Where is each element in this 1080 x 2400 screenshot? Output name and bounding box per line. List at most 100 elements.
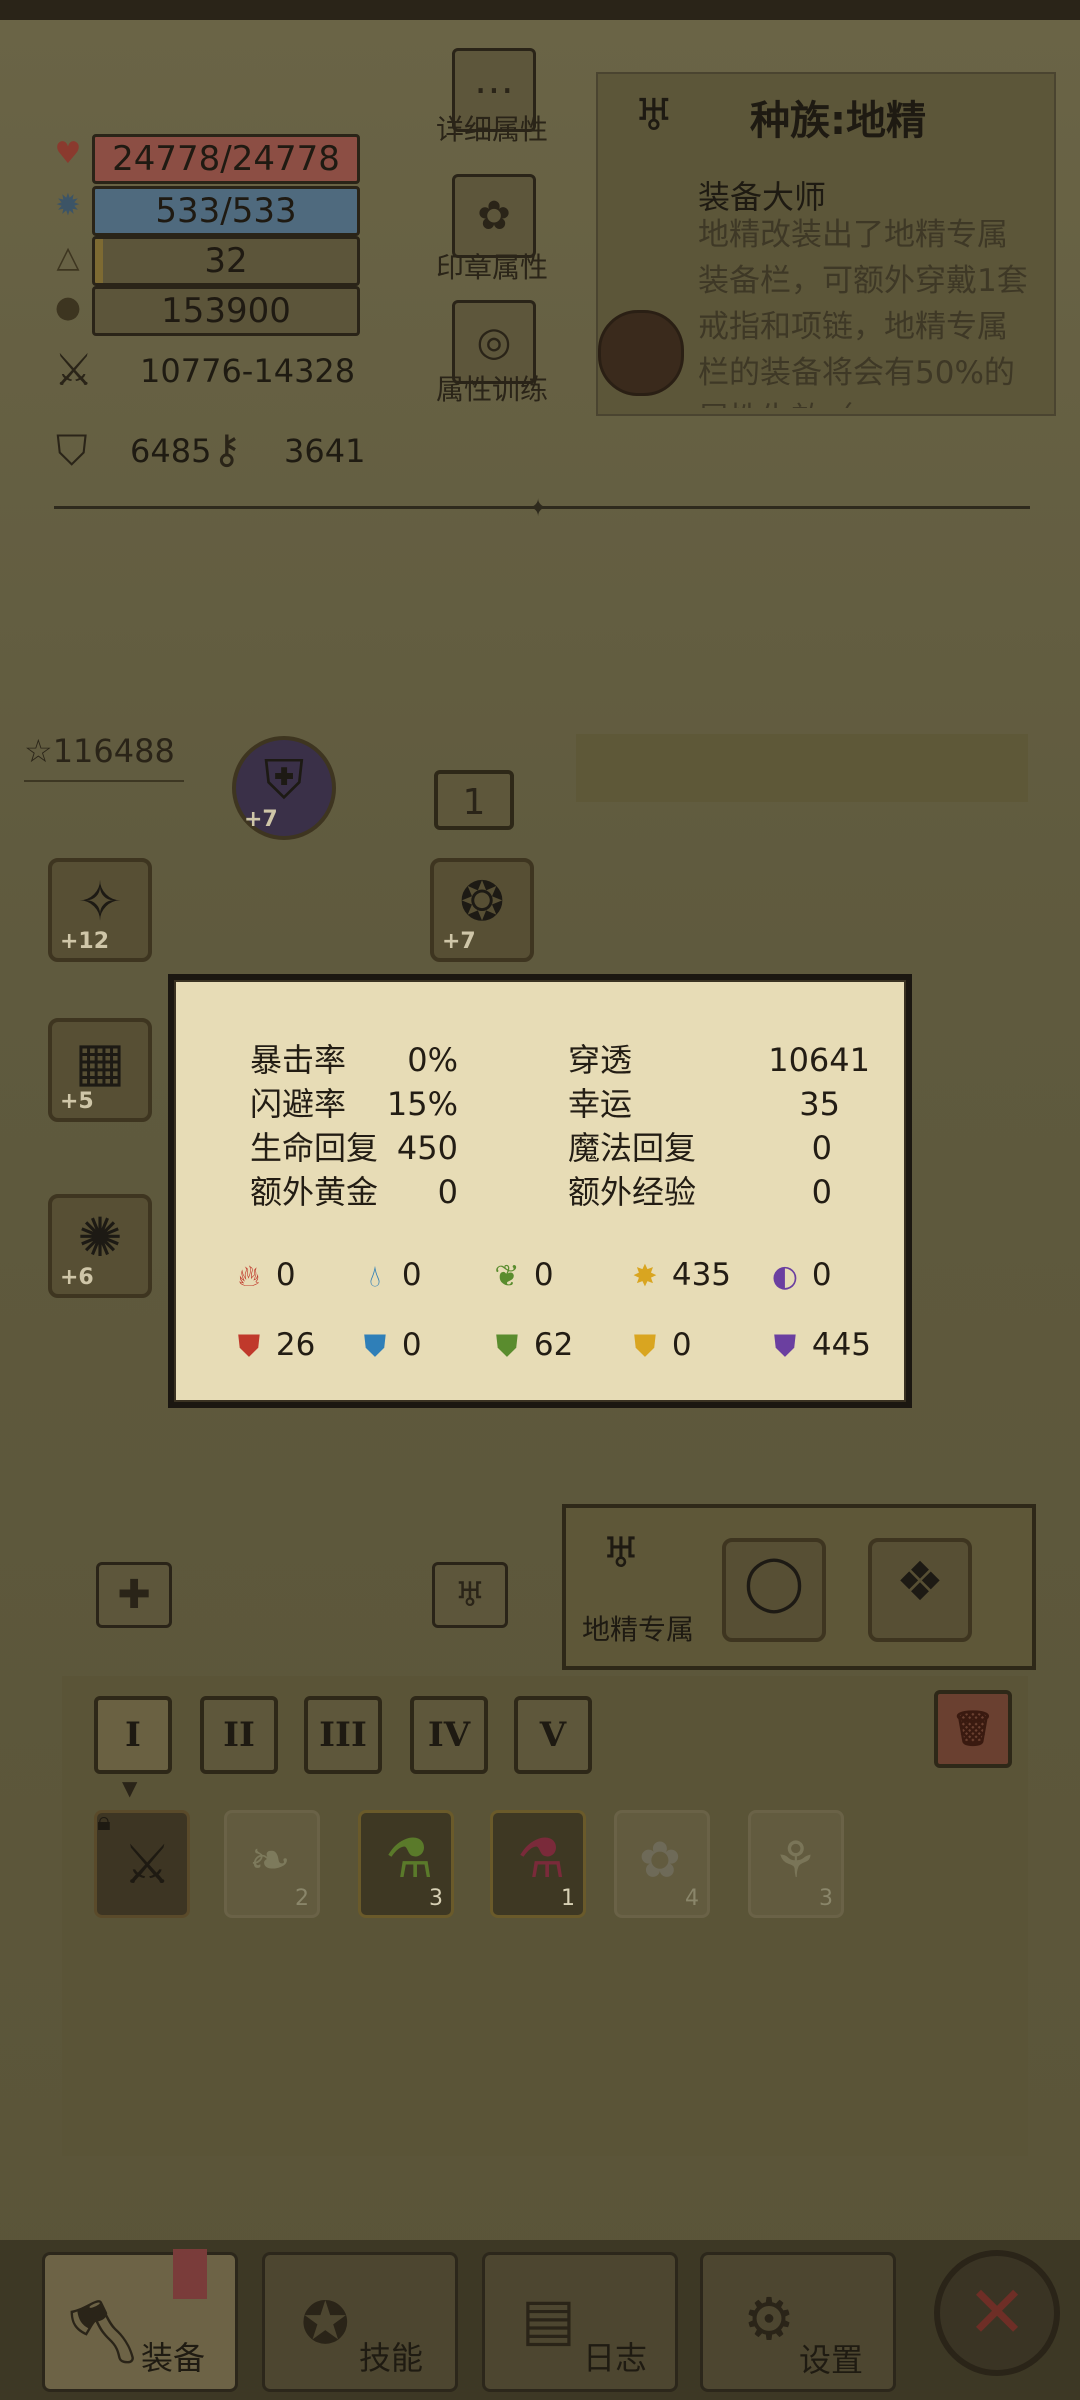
trash-icon: 🗑︎ (951, 1709, 995, 1749)
shadow-attack-value: 0 (811, 1257, 832, 1293)
attack-value: 10776-14328 (140, 352, 356, 390)
amulet-slot[interactable]: ❂ +7 (430, 858, 534, 962)
item-count: 4 (685, 1886, 699, 1911)
nav-equip-tab[interactable]: 🪓︎ 装备 (42, 2249, 238, 2392)
defense-value: 6485 (130, 432, 212, 470)
fire-attack-value: 0 (275, 1257, 296, 1293)
water-drop-icon: 💧︎ (369, 1258, 381, 1294)
luck-label: 幸运 (568, 1085, 633, 1123)
water-attack: 💧︎ 0 (358, 1250, 422, 1300)
weapon-plus: +12 (60, 929, 110, 954)
shadow-resist-value: 445 (811, 1327, 872, 1363)
nav-equip-label: 装备 (141, 2339, 206, 2377)
fire-attack: 🔥︎ 0 (232, 1250, 296, 1300)
detail-attributes-label: 详细属性 (435, 113, 548, 146)
mp-bar: 533/533 (92, 186, 360, 236)
light-burst-icon: ✸ (632, 1258, 658, 1294)
skills-icon: ✪ (301, 2289, 350, 2357)
dodge-rate-label: 闪避率 (250, 1085, 347, 1123)
inventory-slot[interactable]: ⚘ 3 (748, 1810, 844, 1918)
nav-settings-label: 设置 (799, 2341, 864, 2379)
close-button[interactable]: ✕ (934, 2250, 1060, 2376)
armor-slot[interactable]: ▦ +5 (48, 1018, 152, 1122)
necklace-icon: ❖ (895, 1550, 945, 1613)
weapon-slot[interactable]: ✧ +12 (48, 858, 152, 962)
extra-gold-label: 额外黄金 (250, 1173, 379, 1211)
item-count: 1 (561, 1886, 575, 1911)
score-line (24, 780, 184, 782)
add-button[interactable]: ✚ (96, 1562, 172, 1628)
helmet-slot[interactable]: ⛨ +7 (232, 736, 336, 840)
lock-icon: 🔒︎ (97, 1807, 111, 1837)
sword-icon: ⚔ (123, 1833, 172, 1896)
extra-gold-value: 0 (437, 1173, 458, 1211)
bag-tab-1[interactable]: I (94, 1696, 172, 1774)
inventory-slot[interactable]: ✿ 4 (614, 1810, 710, 1918)
inventory-slot[interactable]: ⚗ 1 (490, 1810, 586, 1918)
inventory-slot[interactable]: ⚗ 3 (358, 1810, 454, 1918)
shadow-resist: ⛊ 445 (768, 1320, 871, 1370)
swords-icon: ⚔ (54, 345, 94, 396)
star-icon: ☆ (24, 732, 53, 770)
nature-attack-value: 0 (533, 1257, 554, 1293)
trash-button[interactable]: 🗑︎ (934, 1690, 1012, 1768)
level-bar: 32 (92, 236, 360, 286)
shadow-attack: ◐ 0 (768, 1250, 832, 1300)
dodge-rate-value: 15% (386, 1085, 458, 1123)
gold-bar: 153900 (92, 286, 360, 336)
item-count: 3 (429, 1886, 443, 1911)
tooltip-row: 额外黄金 0 额外经验 0 (250, 1170, 870, 1214)
scroll-icon: ▤ (521, 2285, 576, 2353)
nav-skills-tab[interactable]: ✪ 技能 (262, 2252, 458, 2392)
bag-tab-2[interactable]: II (200, 1696, 278, 1774)
nature-resist: ⛊ 62 (490, 1320, 574, 1370)
goblin-toggle-button[interactable]: ♅ (432, 1562, 508, 1628)
water-resist-value: 0 (401, 1327, 422, 1363)
light-attack-value: 435 (671, 1257, 732, 1293)
crit-rate-label: 暴击率 (250, 1041, 347, 1079)
tooltip-row: 闪避率 15% 幸运 35 (250, 1082, 870, 1126)
flower-icon: ✿ (639, 1831, 681, 1889)
goblin-slot-label: 地精专属 (582, 1613, 695, 1646)
fire-shield-icon: ⛊ (237, 1328, 261, 1364)
helmet-plus: +7 (244, 807, 278, 832)
gold-icon: ● (54, 290, 82, 325)
top-frame (0, 0, 1080, 20)
race-panel: ♅ 种族:地精 装备大师 地精改装出了地精专属装备栏，可额外穿戴1套戒指和项链，… (596, 72, 1056, 416)
inventory-slot[interactable]: ❧ 2 (224, 1810, 320, 1918)
heart-icon: ♥ (54, 136, 82, 171)
light-attack: ✸ 435 (628, 1250, 731, 1300)
bag-tab-5[interactable]: V (514, 1696, 592, 1774)
inventory-slot[interactable]: 🔒︎ ⚔ (94, 1807, 190, 1918)
item-count: 3 (819, 1886, 833, 1911)
crit-rate-value: 0% (407, 1041, 458, 1079)
level-icon: △ (56, 240, 80, 275)
boots-slot[interactable]: ✺ +6 (48, 1194, 152, 1298)
target-icon: ◎ (476, 319, 512, 365)
active-tab-arrow-icon: ▼ (122, 1776, 138, 1800)
goblin-necklace-slot[interactable]: ❖ (868, 1538, 972, 1642)
armor-plus: +5 (60, 1089, 94, 1114)
gear-score: ☆116488 (24, 732, 175, 770)
nav-log-tab[interactable]: ▤ 日志 (482, 2252, 678, 2392)
bookmark-icon (173, 2249, 207, 2299)
leaf-icon: ❦ (494, 1258, 520, 1294)
goblin-emblem-icon: ♅ (602, 1528, 640, 1577)
nav-settings-tab[interactable]: ⚙ 设置 (700, 2252, 896, 2392)
water-attack-value: 0 (401, 1257, 422, 1293)
shadow-swirl-icon: ◐ (771, 1258, 799, 1294)
dots-icon: ⋯ (474, 67, 514, 113)
goblin-ring-slot[interactable]: ◯ (722, 1538, 826, 1642)
mp-regen-value: 0 (811, 1129, 832, 1167)
seal-attributes-label: 印章属性 (435, 251, 548, 284)
shadow-shield-icon: ⛊ (773, 1328, 797, 1364)
skill-description: 地精改装出了地精专属装备栏，可额外穿戴1套戒指和项链，地精专属栏的装备将会有50… (698, 217, 1028, 408)
attribute-training-label: 属性训练 (435, 373, 548, 406)
light-resist: ⛊ 0 (628, 1320, 692, 1370)
bag-tab-3[interactable]: III (304, 1696, 382, 1774)
page-badge[interactable]: 1 (434, 770, 514, 830)
bag-tab-4[interactable]: IV (410, 1696, 488, 1774)
equipment-name-panel (576, 734, 1028, 802)
red-potion-icon: ⚗ (517, 1827, 566, 1890)
key-icon: ⚷ (212, 427, 242, 473)
